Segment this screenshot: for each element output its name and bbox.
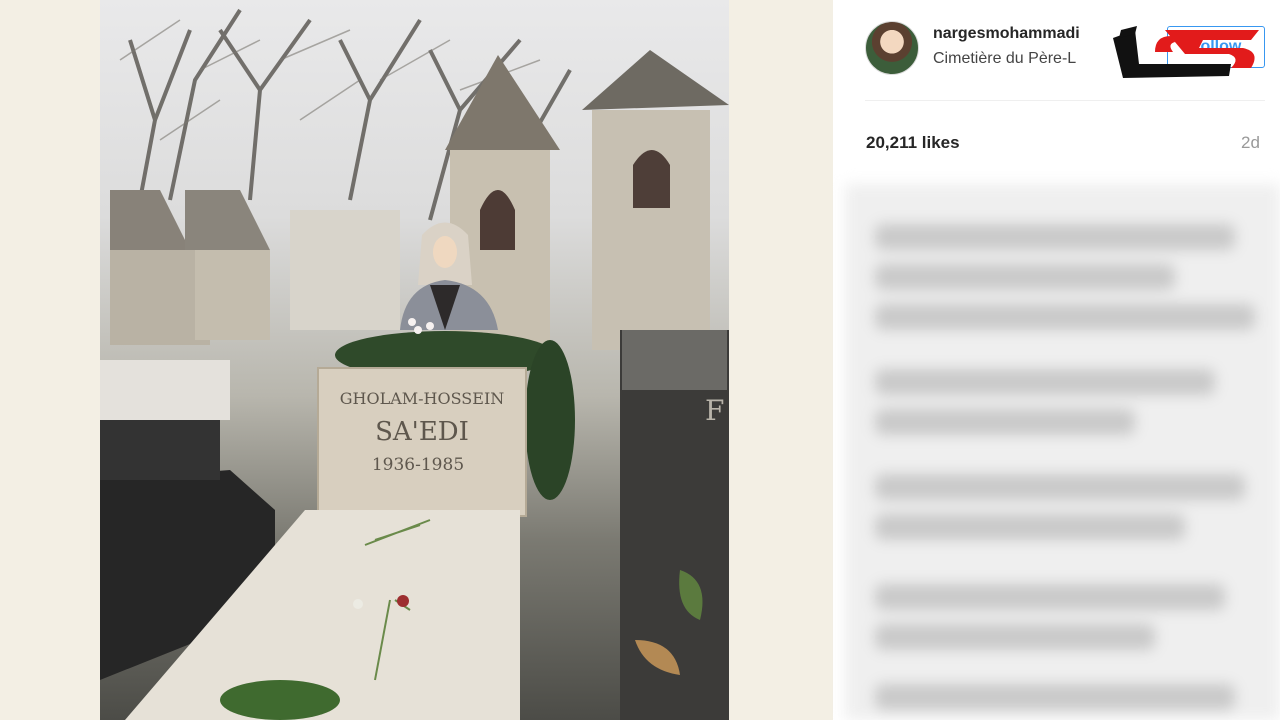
brand-logo-icon xyxy=(1113,26,1259,78)
page-gutter xyxy=(729,0,833,720)
blurred-line xyxy=(875,684,1235,710)
blurred-line xyxy=(875,304,1255,330)
header-divider xyxy=(865,100,1265,101)
post-age[interactable]: 2d xyxy=(1241,133,1260,153)
blurred-line xyxy=(875,514,1185,540)
grave-surname: SA'EDI xyxy=(375,417,469,447)
blurred-line xyxy=(875,224,1235,250)
blurred-line xyxy=(875,264,1175,290)
grave-dates: 1936-1985 xyxy=(372,455,464,475)
blurred-line xyxy=(875,624,1155,650)
post-header: nargesmohammadi Cimetière du Père-L Foll… xyxy=(833,0,1280,100)
post-sidebar: nargesmohammadi Cimetière du Père-L Foll… xyxy=(833,0,1280,720)
username-link[interactable]: nargesmohammadi xyxy=(933,25,1080,43)
blurred-comments xyxy=(845,184,1280,720)
likes-count[interactable]: 20,211 likes xyxy=(866,133,960,153)
avatar[interactable] xyxy=(865,21,919,75)
grave-name: GHOLAM-HOSSEIN xyxy=(340,389,505,408)
blurred-line xyxy=(875,369,1215,395)
blurred-line xyxy=(875,409,1135,435)
blurred-line xyxy=(875,474,1245,500)
tomb-letter: F xyxy=(705,394,724,427)
cemetery-photo: F GHOLAM-HOSSEIN SA'EDI 1936-1985 xyxy=(100,8,729,720)
post-photo[interactable]: F GHOLAM-HOSSEIN SA'EDI 1936-1985 xyxy=(100,0,729,720)
blurred-line xyxy=(875,584,1225,610)
